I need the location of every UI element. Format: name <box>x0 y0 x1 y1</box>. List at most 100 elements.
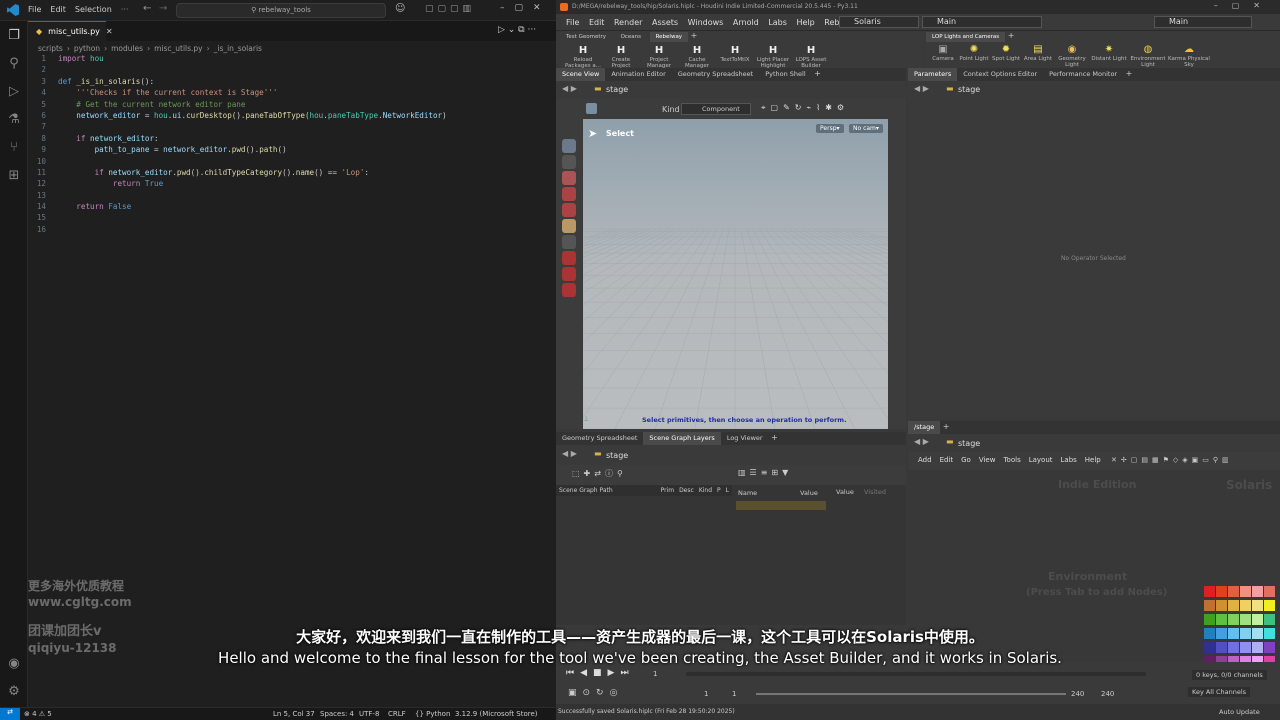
range-slider[interactable] <box>756 693 1066 695</box>
color-swatch[interactable] <box>1240 600 1251 611</box>
color-swatch[interactable] <box>1204 600 1215 611</box>
net-menu-tools[interactable]: Tools <box>1003 456 1020 464</box>
back-arrow-icon[interactable]: ← <box>143 3 151 14</box>
color-swatch[interactable] <box>1216 600 1227 611</box>
problems-count[interactable]: ⊗ 4 ⚠ 5 <box>24 710 52 718</box>
shelf-tab-lop-lights[interactable]: LOP Lights and Cameras <box>926 32 1006 42</box>
magnet-tool-icon[interactable] <box>562 251 576 265</box>
code-line[interactable]: 10 <box>28 156 556 167</box>
col-desc[interactable]: Desc <box>679 487 694 494</box>
tab-python-shell[interactable]: Python Shell <box>759 68 811 81</box>
current-frame[interactable]: 1 <box>653 670 657 678</box>
add-tab-icon[interactable]: + <box>812 69 821 78</box>
code-line[interactable]: 15 <box>28 212 556 223</box>
color-swatch[interactable] <box>1216 614 1227 625</box>
hmenu-file[interactable]: File <box>566 18 579 27</box>
hmenu-edit[interactable]: Edit <box>589 18 605 27</box>
menu-selection[interactable]: Selection <box>75 5 112 14</box>
hmenu-help[interactable]: Help <box>796 18 814 27</box>
layout-icons[interactable]: ▢▢▢▥ <box>425 4 475 14</box>
hmenu-windows[interactable]: Windows <box>688 18 724 27</box>
code-line[interactable]: 1 import hou <box>28 53 556 64</box>
code-line[interactable]: 9 path_to_pane = network_editor.pwd().pa… <box>28 144 556 155</box>
handle-tool-icon[interactable] <box>562 235 576 249</box>
encoding[interactable]: UTF-8 <box>359 710 379 718</box>
shelf-tab-rebelway[interactable]: Rebelway <box>649 32 689 42</box>
manage-gear-icon[interactable]: ⚙ <box>0 677 28 705</box>
select-tool-icon[interactable] <box>586 103 597 114</box>
attr-toolbar[interactable]: ▥☰≡⊞▼ <box>732 465 906 485</box>
interpreter[interactable]: 3.12.9 (Microsoft Store) <box>455 710 538 718</box>
tab-parameters[interactable]: Parameters <box>908 68 958 81</box>
code-line[interactable]: 3 def _is_in_solaris(): <box>28 76 556 87</box>
add-param-tab-icon[interactable]: + <box>1123 69 1133 78</box>
tool-camera[interactable]: ▣ Camera <box>928 44 958 62</box>
code-line[interactable]: 16 <box>28 224 556 235</box>
lock-tool-icon[interactable] <box>562 155 576 169</box>
hmenu-arnold[interactable]: Arnold <box>733 18 759 27</box>
net-menu-go[interactable]: Go <box>961 456 971 464</box>
range-start2[interactable]: 1 <box>732 690 736 698</box>
rotate-tool-icon[interactable] <box>562 187 576 201</box>
add-shelf-right-icon[interactable]: + <box>1008 31 1015 40</box>
add-lower-tab-icon[interactable]: + <box>769 433 778 442</box>
auto-update[interactable]: Auto Update <box>1219 708 1260 716</box>
scene-viewport[interactable]: ➤ Select Persp▾ No cam▾ Select primitive… <box>583 119 888 429</box>
crumb-function[interactable]: _is_in_solaris <box>214 44 262 53</box>
menu-edit[interactable]: Edit <box>50 5 66 14</box>
tab-context-options[interactable]: Context Options Editor <box>957 68 1043 81</box>
tab-network-stage[interactable]: /stage <box>908 421 941 434</box>
tool-karma-sky[interactable]: ☁ Karma Physical Sky <box>1168 44 1210 68</box>
net-menu-view[interactable]: View <box>979 456 996 464</box>
scale-tool-icon[interactable] <box>562 203 576 217</box>
component-select[interactable]: Component <box>681 103 751 115</box>
tool-reload-packages[interactable]: H Reload Packages a... <box>564 45 602 69</box>
code-line[interactable]: 6 network_editor = hou.ui.curDesktop().p… <box>28 110 556 121</box>
crumb-file[interactable]: misc_utils.py <box>154 44 203 53</box>
run-python-icon[interactable]: ▷ ⌄ ⧉ ··· <box>498 25 536 35</box>
crumb-python[interactable]: python <box>74 44 100 53</box>
col-l[interactable]: L <box>726 487 729 494</box>
code-line[interactable]: 12 return True <box>28 178 556 189</box>
houdini-window-controls[interactable]: –▢✕ <box>1214 1 1274 10</box>
tool-create-project[interactable]: H Create Project <box>602 45 640 69</box>
playback-options-icons[interactable]: ▣⊙↻◎ <box>568 688 623 698</box>
tab-geometry-spreadsheet[interactable]: Geometry Spreadsheet <box>672 68 759 81</box>
crumb-modules[interactable]: modules <box>111 44 143 53</box>
add-net-tab-icon[interactable]: + <box>940 422 950 431</box>
code-line[interactable]: 7 <box>28 121 556 132</box>
desktop-select[interactable]: Solaris <box>839 16 919 28</box>
lower-path[interactable]: stage <box>606 451 628 460</box>
tool-area-light[interactable]: ▤ Area Light <box>1022 44 1054 62</box>
timeline-track[interactable] <box>686 672 1146 676</box>
magnet3-tool-icon[interactable] <box>562 283 576 297</box>
tab-scene-view[interactable]: Scene View <box>556 68 606 81</box>
tab-animation-editor[interactable]: Animation Editor <box>605 68 671 81</box>
tool-lops-asset-builder[interactable]: H LOPS Asset Builder <box>792 45 830 69</box>
magnet2-tool-icon[interactable] <box>562 267 576 281</box>
tab-lower-geo-spreadsheet[interactable]: Geometry Spreadsheet <box>556 432 643 445</box>
pose-tool-icon[interactable] <box>562 219 576 233</box>
hmenu-labs[interactable]: Labs <box>768 18 787 27</box>
code-line[interactable]: 13 <box>28 190 556 201</box>
close-tab-icon[interactable]: ✕ <box>106 27 113 36</box>
color-swatch[interactable] <box>1216 586 1227 597</box>
code-editor[interactable]: 1 import hou 2 3 def _is_in_solaris(): 4 '''C… <box>28 53 556 235</box>
color-swatch[interactable] <box>1228 600 1239 611</box>
line-ending[interactable]: CRLF <box>388 710 406 718</box>
color-swatch[interactable] <box>1252 600 1263 611</box>
add-shelf-icon[interactable]: + <box>691 31 698 40</box>
color-swatch[interactable] <box>1204 586 1215 597</box>
main-right-select[interactable]: Main <box>1154 16 1252 28</box>
hmenu-assets[interactable]: Assets <box>652 18 678 27</box>
explorer-icon[interactable]: ❐ <box>0 21 28 49</box>
color-swatch[interactable] <box>1264 614 1275 625</box>
col-p[interactable]: P <box>717 487 721 494</box>
net-toolbar-icons[interactable]: ✕✢▢▤▦⚑◇◈▣▭⚲▥ <box>1111 456 1233 464</box>
nav-back-icon[interactable]: ◀ ▶ <box>562 84 577 93</box>
net-nav-icon[interactable]: ◀ ▶ <box>914 437 929 446</box>
color-swatch[interactable] <box>1252 614 1263 625</box>
param-path[interactable]: stage <box>958 85 980 94</box>
tab-log-viewer[interactable]: Log Viewer <box>721 432 769 445</box>
col-prim[interactable]: Prim <box>661 487 675 494</box>
